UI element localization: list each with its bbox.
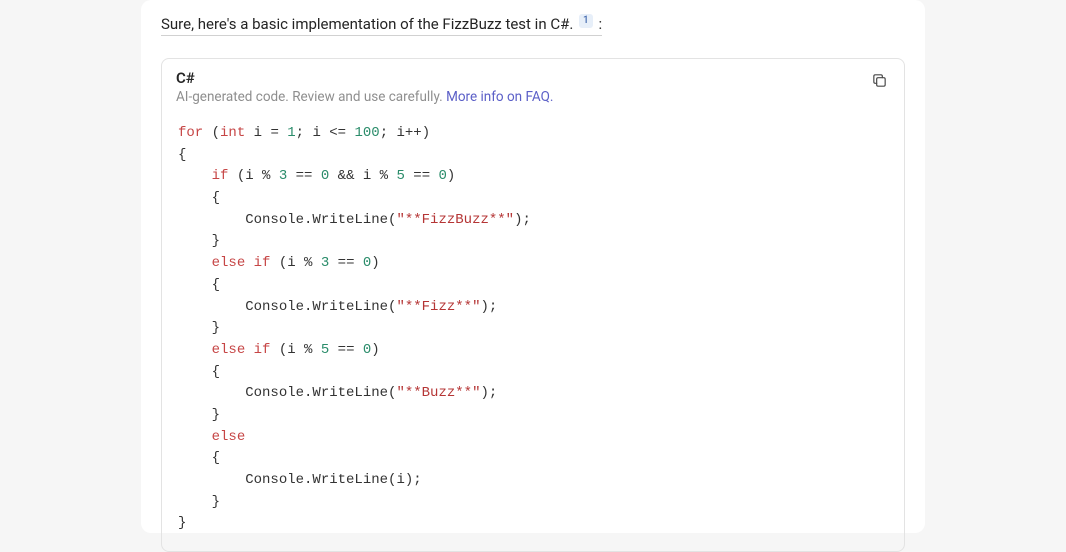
code-line-9: Console.WriteLine("**Fizz**"); [178, 299, 497, 315]
intro-text: Sure, here's a basic implementation of t… [161, 14, 602, 36]
footnote-badge[interactable]: 1 [579, 14, 593, 28]
code-line-18: } [178, 494, 220, 510]
code-line-19: } [178, 515, 186, 531]
code-line-13: Console.WriteLine("**Buzz**"); [178, 385, 497, 401]
code-block: C# AI-generated code. Review and use car… [161, 58, 905, 552]
code-body: for (int i = 1; i <= 100; i++) { if (i %… [162, 113, 904, 551]
code-line-15: else [178, 429, 245, 445]
intro-suffix: : [598, 15, 602, 33]
code-line-3: if (i % 3 == 0 && i % 5 == 0) [178, 168, 455, 184]
code-disclaimer: AI-generated code. Review and use carefu… [176, 89, 890, 105]
copy-button[interactable] [866, 69, 892, 95]
code-line-12: { [178, 364, 220, 380]
disclaimer-text: AI-generated code. Review and use carefu… [176, 89, 446, 105]
code-line-17: Console.WriteLine(i); [178, 472, 422, 488]
assistant-message: Sure, here's a basic implementation of t… [141, 0, 925, 533]
code-header: C# AI-generated code. Review and use car… [162, 59, 904, 113]
code-line-10: } [178, 320, 220, 336]
faq-link[interactable]: More info on FAQ. [446, 89, 553, 105]
language-label: C# [176, 69, 890, 87]
code-line-1: for (int i = 1; i <= 100; i++) [178, 125, 430, 141]
code-line-14: } [178, 407, 220, 423]
intro-prefix: Sure, here's a basic implementation of t… [161, 15, 573, 33]
code-line-6: } [178, 233, 220, 249]
code-line-7: else if (i % 3 == 0) [178, 255, 380, 271]
intro-line-wrap: Sure, here's a basic implementation of t… [161, 14, 905, 48]
code-line-4: { [178, 190, 220, 206]
code-line-16: { [178, 450, 220, 466]
code-line-5: Console.WriteLine("**FizzBuzz**"); [178, 212, 531, 228]
code-line-8: { [178, 277, 220, 293]
code-line-11: else if (i % 5 == 0) [178, 342, 380, 358]
copy-icon [871, 72, 888, 92]
code-line-2: { [178, 147, 186, 163]
